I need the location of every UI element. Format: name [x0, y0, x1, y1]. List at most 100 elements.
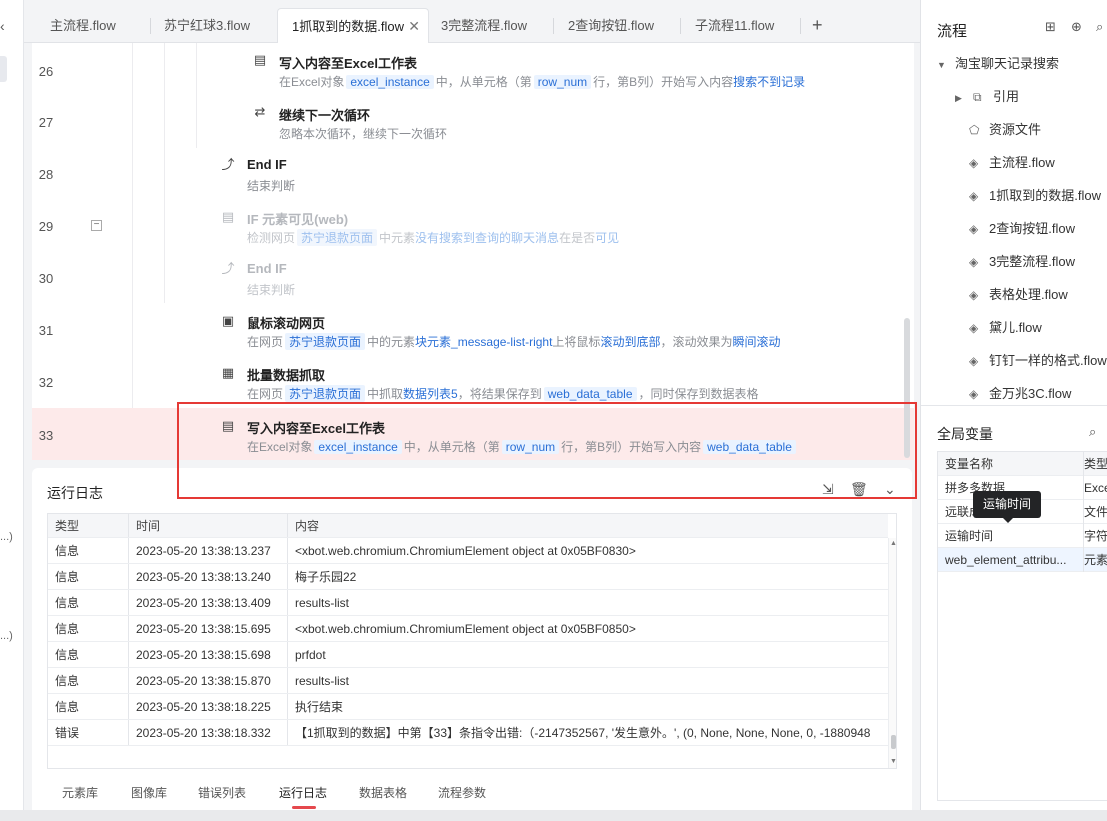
command-title: IF 元素可见(web)	[247, 212, 349, 227]
editor-scrollbar[interactable]	[904, 318, 910, 458]
tab-label: 主流程.flow	[50, 18, 116, 33]
log-content: <xbot.web.chromium.ChromiumElement objec…	[287, 616, 896, 641]
sidebar-selected-marker	[0, 56, 7, 82]
table-row[interactable]: 信息 2023-05-20 13:38:13.240 梅子乐园22	[48, 564, 888, 590]
log-content: results-list	[287, 590, 896, 615]
tab-close-icon[interactable]: ✕	[408, 9, 420, 44]
tab-error-list[interactable]: 错误列表	[198, 784, 246, 801]
flow-panel-title: 流程	[937, 23, 968, 40]
tab-label: 苏宁红球3.flow	[164, 18, 250, 33]
command-row[interactable]: 29 − ▤ IF 元素可见(web) 检测网页 苏宁退款页面 中元素没有搜索到查询…	[32, 199, 914, 251]
command-row[interactable]: 31 ▣ 鼠标滚动网页 在网页 苏宁退款页面 中的元素块元素_message-lis…	[32, 303, 914, 355]
tab-label: 2查询按钮.flow	[568, 18, 654, 33]
var-type: 字符	[1083, 524, 1107, 548]
command-row[interactable]: 28 ⤴ End IF 结束判断	[32, 147, 914, 199]
search-icon[interactable]: ⌕	[1089, 424, 1096, 440]
table-row[interactable]: 信息 2023-05-20 13:38:15.695 <xbot.web.chr…	[48, 616, 888, 642]
table-row[interactable]: 信息 2023-05-20 13:38:15.870 results-list	[48, 668, 888, 694]
log-type: 信息	[55, 544, 80, 558]
log-time: 2023-05-20 13:38:13.409	[128, 590, 288, 615]
table-row[interactable]: 运输时间 字符	[938, 524, 1107, 548]
tab-subflow[interactable]: 子流程11.flow	[681, 8, 807, 43]
log-time: 2023-05-20 13:38:15.695	[128, 616, 288, 641]
flow-item[interactable]: ◈ 主流程.flow	[969, 152, 1055, 171]
flow-item[interactable]: ◈ 2查询按钮.flow	[969, 218, 1075, 237]
command-description: 结束判断	[247, 179, 296, 193]
chevron-down-icon[interactable]: ⌄	[884, 481, 896, 498]
command-row[interactable]: 26 ▤ 写入内容至Excel工作表 在Excel对象 excel_instanc…	[32, 43, 914, 95]
tab-element-library[interactable]: 元素库	[62, 784, 98, 801]
table-row[interactable]: 信息 2023-05-20 13:38:13.237 <xbot.web.chr…	[48, 538, 888, 564]
command-description: 结束判断	[247, 283, 296, 297]
search-icon[interactable]: ⌕	[1096, 19, 1103, 35]
table-header: 类型 时间 内容	[48, 514, 888, 538]
delete-icon[interactable]: 🗑	[850, 481, 868, 498]
tab-run-log[interactable]: 运行日志	[279, 784, 327, 801]
tab-fetched-data-flow[interactable]: 1抓取到的数据.flow ✕	[277, 8, 429, 43]
log-table: 类型 时间 内容 信息 2023-05-20 13:38:13.237 <xbo…	[47, 513, 897, 769]
scroll-thumb[interactable]	[891, 735, 896, 749]
command-row-error[interactable]: 33 ▤ 写入内容至Excel工作表 在Excel对象 excel_instanc…	[32, 408, 914, 460]
scroll-down-icon[interactable]: ▼	[890, 758, 896, 765]
batch-scrape-icon: ▦	[221, 365, 235, 380]
global-vars-title: 全局变量	[937, 426, 993, 442]
tab-complete-flow[interactable]: 3完整流程.flow	[427, 8, 553, 43]
tab-suning-flow[interactable]: 苏宁红球3.flow	[150, 8, 276, 43]
flow-item[interactable]: ◈ 表格处理.flow	[969, 284, 1068, 303]
var-type: Exce	[1083, 476, 1107, 500]
file-tab-bar: 主流程.flow 苏宁红球3.flow 1抓取到的数据.flow ✕ 3完整流程…	[24, 0, 920, 43]
table-row[interactable]: 信息 2023-05-20 13:38:18.225 执行结束	[48, 694, 888, 720]
command-row[interactable]: 27 ⇄ 继续下一次循环 忽略本次循环，继续下一次循环	[32, 95, 914, 147]
log-type: 信息	[55, 596, 80, 610]
tab-label: 子流程11.flow	[695, 18, 775, 33]
tab-flow-params[interactable]: 流程参数	[438, 784, 486, 801]
log-content: <xbot.web.chromium.ChromiumElement objec…	[287, 538, 896, 563]
tooltip: 运输时间	[973, 491, 1042, 523]
log-type: 信息	[55, 700, 80, 714]
log-time: 2023-05-20 13:38:18.225	[128, 694, 288, 719]
new-flow-icon[interactable]: ⊞	[1045, 19, 1056, 35]
line-number: 29	[38, 219, 54, 234]
line-number: 27	[38, 115, 54, 130]
flow-item[interactable]: ◈ 1抓取到的数据.flow	[969, 185, 1101, 204]
log-scrollbar[interactable]: ▲ ▼	[888, 538, 896, 768]
command-title: End IF	[247, 261, 287, 276]
flow-item[interactable]: ◈ 3完整流程.flow	[969, 251, 1075, 270]
flow-item[interactable]: ◈ 金万兆3C.flow	[969, 383, 1071, 402]
flow-item[interactable]: ◈ 黛儿.flow	[969, 317, 1042, 336]
tab-label: 3完整流程.flow	[441, 18, 527, 33]
export-log-icon[interactable]: ⇲	[822, 481, 834, 498]
command-row[interactable]: 30 ⤴ End IF 结束判断	[32, 251, 914, 303]
table-row-error[interactable]: 错误 2023-05-20 13:38:18.332 【1抓取到的数据】中第【3…	[48, 720, 888, 746]
log-content: prfdot	[287, 642, 896, 667]
add-tab-icon[interactable]: +	[812, 8, 823, 43]
flow-item-resources[interactable]: ⬠ 资源文件	[969, 119, 1041, 138]
log-time: 2023-05-20 13:38:18.332	[128, 720, 288, 745]
table-row[interactable]: 信息 2023-05-20 13:38:13.409 results-list	[48, 590, 888, 616]
collapse-fold-icon[interactable]: −	[91, 220, 102, 231]
excel-write-icon: ▤	[221, 418, 235, 433]
tab-data-table[interactable]: 数据表格	[359, 784, 407, 801]
collapse-chevron-icon[interactable]: ‹	[0, 18, 5, 34]
tab-main-flow[interactable]: 主流程.flow	[36, 8, 152, 43]
flow-item-reference[interactable]: ▶ ⧉ 引用	[955, 86, 1019, 105]
flow-item[interactable]: ◈ 钉钉一样的格式.flow	[969, 350, 1107, 369]
log-content: 执行结束	[287, 694, 896, 719]
table-row[interactable]: 信息 2023-05-20 13:38:15.698 prfdot	[48, 642, 888, 668]
panel-divider	[921, 405, 1107, 406]
table-row-selected[interactable]: web_element_attribu... 元素	[938, 548, 1107, 572]
command-row[interactable]: 32 ▦ 批量数据抓取 在网页 苏宁退款页面 中抓取数据列表5，将结果保存到 web_…	[32, 355, 914, 407]
flow-tree-root[interactable]: ▼ 淘宝聊天记录搜索	[937, 53, 1059, 72]
continue-loop-icon: ⇄	[254, 104, 266, 119]
add-subflow-icon[interactable]: ⊕	[1071, 19, 1082, 35]
tab-separator	[800, 18, 801, 34]
tab-query-button-flow[interactable]: 2查询按钮.flow	[554, 8, 680, 43]
column-header: 类型	[55, 519, 80, 533]
end-if-icon: ⤴	[221, 261, 235, 276]
scroll-up-icon[interactable]: ▲	[890, 540, 896, 547]
tab-image-library[interactable]: 图像库	[131, 784, 167, 801]
var-name: 运输时间	[945, 529, 994, 543]
flow-editor: 26 ▤ 写入内容至Excel工作表 在Excel对象 excel_instanc…	[32, 43, 914, 460]
command-description: 在网页 苏宁退款页面 中的元素块元素_message-list-right上将鼠标滚…	[247, 333, 781, 350]
scroll-page-icon: ▣	[221, 313, 235, 328]
